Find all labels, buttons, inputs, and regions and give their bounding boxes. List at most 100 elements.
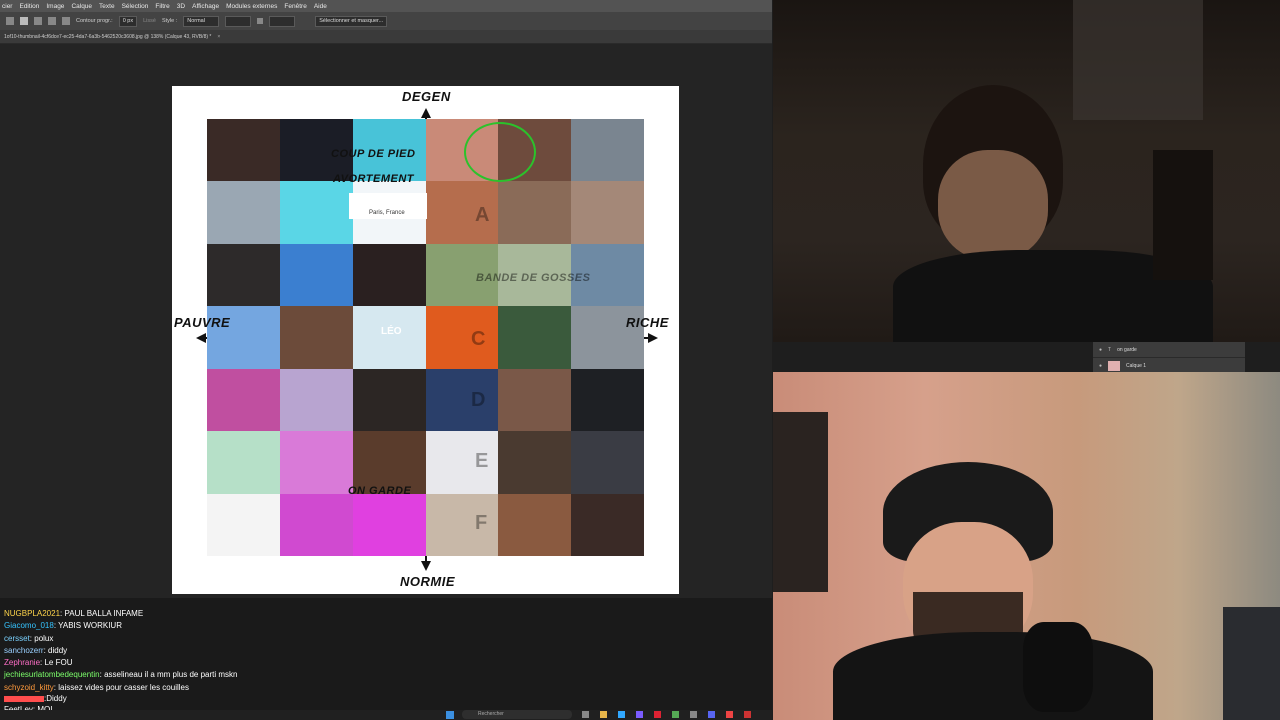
chat-text: diddy [48, 645, 68, 655]
photo-tile[interactable] [571, 368, 644, 432]
chat-username[interactable]: sanchozerr [4, 646, 44, 655]
chat-username[interactable]: NUGBPLA2021 [4, 609, 60, 618]
lisse-checkbox[interactable]: Lissé [143, 18, 156, 24]
row-letter: A [475, 204, 490, 226]
photo-tile[interactable] [207, 368, 280, 432]
chat-text: PAUL BALLA INFAME [64, 609, 144, 618]
new-selection-icon[interactable] [20, 17, 28, 25]
photo-tile[interactable] [352, 368, 426, 432]
photo-tile[interactable] [498, 368, 572, 432]
photo-tile[interactable] [498, 306, 572, 369]
menu-3d[interactable]: 3D [177, 3, 185, 10]
menu-filter[interactable]: Filtre [155, 3, 169, 10]
intersect-selection-icon[interactable] [62, 17, 70, 25]
style-label: Style : [161, 18, 178, 24]
style-select[interactable]: Normal [183, 15, 220, 27]
subtract-selection-icon[interactable] [48, 17, 56, 25]
photo-tile[interactable] [425, 493, 499, 556]
photo-tile[interactable] [279, 368, 353, 432]
add-selection-icon[interactable] [34, 17, 42, 25]
photo-tile[interactable] [207, 493, 280, 556]
menu-plugins[interactable]: Modules externes [226, 3, 277, 10]
app-icon[interactable] [672, 711, 679, 718]
photo-tile[interactable] [498, 181, 572, 244]
speaker-object [773, 412, 828, 592]
eye-icon[interactable]: ● [1099, 347, 1102, 353]
app-icon[interactable] [654, 711, 661, 718]
photo-tile[interactable] [571, 119, 644, 182]
person-face [938, 150, 1048, 260]
menu-edit[interactable]: Edition [19, 3, 39, 10]
photo-tile[interactable] [207, 243, 280, 307]
app-icon[interactable] [636, 711, 643, 718]
marquee-tool-icon[interactable] [6, 17, 14, 25]
select-and-mask-button[interactable]: Sélectionner et masquer... [315, 15, 388, 27]
photo-tile[interactable] [279, 181, 353, 244]
menu-file[interactable]: cier [2, 3, 12, 10]
arrow-down-icon [421, 561, 431, 571]
contour-input[interactable]: 0 px [118, 15, 138, 27]
menu-window[interactable]: Fenêtre [284, 3, 306, 10]
photo-tile[interactable] [352, 493, 426, 556]
text-layer-icon: T [1108, 346, 1112, 353]
app-icon[interactable] [744, 711, 751, 718]
menu-view[interactable]: Affichage [192, 3, 219, 10]
app-icon[interactable] [690, 711, 697, 718]
photo-tile[interactable] [571, 493, 644, 556]
width-input[interactable] [225, 15, 252, 27]
taskbar-search[interactable]: Rechercher [462, 710, 572, 719]
swap-icon[interactable] [257, 18, 264, 24]
windows-start-icon[interactable] [446, 711, 454, 719]
discord-icon[interactable] [708, 711, 715, 718]
chat-username[interactable]: Zephranie [4, 658, 40, 667]
photo-tile[interactable] [571, 431, 644, 494]
photo-tile[interactable] [207, 431, 280, 494]
row-letter: E [475, 450, 489, 472]
menu-text[interactable]: Texte [99, 3, 115, 10]
photo-tile[interactable] [425, 306, 499, 369]
photo-tile[interactable] [279, 306, 353, 369]
chat-message [4, 598, 772, 608]
chat-username[interactable]: Giacomo_018 [4, 621, 54, 630]
chat-message: Zephranie: Le FOU [4, 658, 73, 668]
task-view-icon[interactable] [582, 711, 589, 718]
microphone-icon [1023, 622, 1093, 712]
photo-tile[interactable] [498, 431, 572, 494]
menu-layer[interactable]: Calque [71, 3, 92, 10]
chat-text: YABIS WORKIUR [58, 621, 122, 631]
close-tab-icon[interactable]: × [217, 34, 220, 40]
chat-username[interactable]: jechiesurlatombedequentin [4, 670, 100, 679]
chat-message: Giacomo_018: YABIS WORKIUR [4, 621, 122, 631]
photo-tile[interactable] [279, 431, 353, 494]
menu-image[interactable]: Image [46, 3, 64, 10]
photo-tile[interactable] [571, 181, 644, 244]
photo-tile[interactable] [352, 243, 426, 307]
on-garde-label: ON GARDE [348, 485, 412, 497]
layer-name[interactable]: Calque 1 [1126, 363, 1146, 369]
chat-text: Diddy [46, 694, 67, 704]
photo-tile[interactable] [498, 493, 572, 556]
photo-tile[interactable] [279, 243, 353, 307]
chat-username[interactable]: cersset [4, 634, 30, 643]
layer-name[interactable]: on garde [1117, 347, 1137, 353]
photoshop-icon[interactable] [618, 711, 625, 718]
height-input[interactable] [269, 15, 296, 27]
menu-selection[interactable]: Sélection [122, 3, 149, 10]
photo-tile[interactable] [425, 368, 499, 432]
document-tab-bar: 1of10-thumbnail-4cf6dce7-ec25-4da7-6a3b-… [0, 30, 772, 44]
document-tab[interactable]: 1of10-thumbnail-4cf6dce7-ec25-4da7-6a3b-… [4, 34, 211, 40]
layer-row[interactable]: ● T on garde [1093, 342, 1245, 358]
avortement-label: AVORTEMENT [333, 173, 414, 185]
file-explorer-icon[interactable] [600, 711, 607, 718]
arrow-right-icon [648, 333, 658, 343]
layer-row[interactable]: ● Calque 1 [1093, 358, 1245, 373]
photo-tile[interactable] [207, 181, 280, 244]
menu-help[interactable]: Aide [314, 3, 327, 10]
photo-tile[interactable] [352, 306, 426, 369]
chat-username[interactable]: schyzoid_kitty [4, 683, 54, 692]
photo-tile[interactable] [279, 493, 353, 556]
photo-tile[interactable] [207, 119, 280, 182]
app-icon[interactable] [726, 711, 733, 718]
layer-thumbnail [1108, 360, 1121, 371]
eye-icon[interactable]: ● [1099, 363, 1102, 369]
